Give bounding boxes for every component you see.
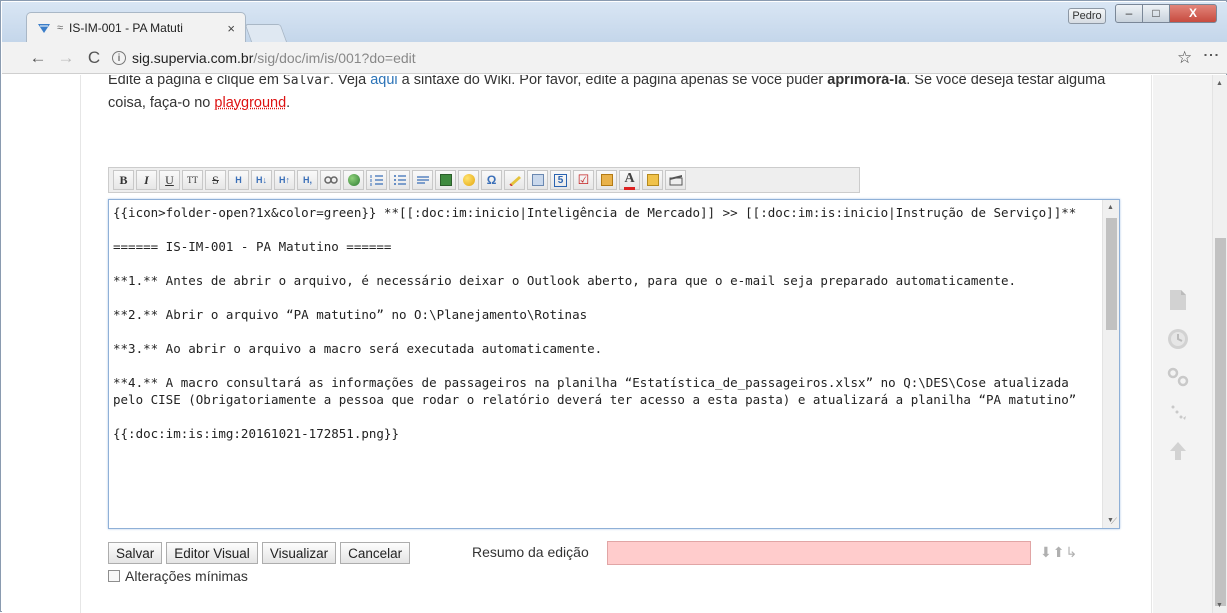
page-scroll-thumb[interactable] — [1215, 238, 1226, 606]
site-info-icon[interactable]: i — [112, 51, 126, 65]
backlinks-icon[interactable] — [1166, 365, 1190, 389]
playground-link[interactable]: playground — [214, 95, 286, 111]
back-to-top-icon[interactable] — [1166, 439, 1190, 463]
checkbox-icon[interactable]: ☑ — [573, 170, 594, 190]
syntax-link[interactable]: aqui — [370, 75, 397, 88]
bookmark-star-icon[interactable]: ☆ — [1177, 48, 1192, 68]
browser-toolbar: ← → C i sig.supervia.com.br/sig/doc/im/i… — [2, 42, 1227, 74]
external-link-icon[interactable] — [343, 170, 364, 190]
maximize-button[interactable]: □ — [1142, 4, 1170, 23]
browser-tab[interactable]: ≈ IS-IM-001 - PA Matuti × — [26, 12, 246, 43]
box-icon[interactable] — [596, 170, 617, 190]
show-page-icon[interactable] — [1166, 288, 1190, 312]
close-window-button[interactable]: X — [1169, 4, 1217, 23]
ordered-list-icon[interactable] — [366, 170, 387, 190]
summary-label: Resumo da edição — [472, 544, 589, 560]
url-path: /sig/doc/im/is/001?do=edit — [253, 50, 416, 66]
wiki-text-editor[interactable]: {{icon>folder-open?1x&color=green}} **[[… — [108, 199, 1120, 529]
back-icon[interactable]: ← — [24, 44, 52, 72]
page-scroll-down-icon[interactable]: ▼ — [1216, 602, 1223, 609]
tag-icon[interactable] — [642, 170, 663, 190]
save-button[interactable]: Salvar — [108, 542, 163, 564]
address-bar[interactable]: i sig.supervia.com.br/sig/doc/im/is/001?… — [112, 46, 1198, 70]
special-chars-icon[interactable]: Ω — [481, 170, 502, 190]
italic-button[interactable]: I — [136, 170, 157, 190]
browser-window: ≈ IS-IM-001 - PA Matuti × Pedro – □ X ← … — [0, 0, 1227, 613]
forward-icon[interactable]: → — [52, 44, 80, 72]
tab-title: IS-IM-001 - PA Matuti — [69, 21, 183, 35]
editor-scrollbar[interactable]: ▲ ▼ — [1102, 200, 1119, 528]
heading-lower-icon[interactable]: H↓ — [251, 170, 272, 190]
horizontal-rule-icon[interactable] — [412, 170, 433, 190]
tab-close-icon[interactable]: × — [227, 21, 235, 36]
reload-icon[interactable]: C — [80, 44, 108, 72]
heading-same-icon[interactable]: H — [228, 170, 249, 190]
save-keyword: Salvar — [282, 75, 330, 88]
new-tab-button[interactable] — [244, 24, 288, 43]
edit-actions: Salvar Editor Visual Visualizar Cancelar — [108, 542, 411, 564]
font-color-icon[interactable]: A — [619, 170, 640, 190]
intro-text-1: Edite a página e clique em — [108, 75, 283, 88]
cancel-button[interactable]: Cancelar — [340, 542, 411, 564]
page-scroll-up-icon[interactable]: ▲ — [1216, 80, 1223, 87]
url-host: sig.supervia.com.br — [132, 50, 254, 66]
bold-button[interactable]: B — [113, 170, 134, 190]
edit-intro-text: Edite a página e clique em Salvar. Veja … — [108, 75, 1138, 115]
scroll-up-icon[interactable]: ▲ — [1107, 204, 1114, 211]
site-favicon-icon — [37, 22, 51, 34]
resize-grip-icon[interactable]: ⟋ — [1111, 516, 1117, 527]
intro-text-2: . Veja — [329, 75, 371, 88]
strikethrough-button[interactable]: S — [205, 170, 226, 190]
profile-badge[interactable]: Pedro — [1068, 8, 1106, 24]
unordered-list-icon[interactable] — [389, 170, 410, 190]
title-bar: ≈ IS-IM-001 - PA Matuti × Pedro – □ X — [2, 2, 1227, 43]
wiki-edit-toolbar: B I U TT S H H↓ H↑ H, Ω 5 ☑ A — [108, 167, 860, 193]
visual-editor-button[interactable]: Editor Visual — [166, 542, 258, 564]
heading-higher-icon[interactable]: H↑ — [274, 170, 295, 190]
intro-text-3: a sintaxe do Wiki. Por favor, edite a pá… — [397, 75, 828, 88]
editor-scroll-thumb[interactable] — [1106, 218, 1117, 330]
add-image-icon[interactable] — [435, 170, 456, 190]
smiley-icon[interactable] — [458, 170, 479, 190]
browser-menu-icon[interactable]: ⋮ — [1202, 47, 1219, 63]
minor-changes-checkbox[interactable] — [108, 570, 120, 582]
tab-audio-icon: ≈ — [57, 22, 64, 34]
minor-changes-label: Alterações mínimas — [125, 568, 248, 584]
heading-menu-icon[interactable]: H, — [297, 170, 318, 190]
link-icon[interactable] — [320, 170, 341, 190]
code-button[interactable]: TT — [182, 170, 203, 190]
sitemap-icon[interactable] — [1166, 401, 1190, 425]
minor-changes[interactable]: Alterações mínimas — [108, 568, 248, 584]
page-scrollbar[interactable]: ▲ ▼ — [1212, 75, 1227, 613]
old-revisions-icon[interactable] — [1166, 327, 1190, 351]
clapper-icon[interactable] — [665, 170, 686, 190]
summary-input[interactable] — [607, 541, 1031, 565]
snippet-icon[interactable]: 5 — [550, 170, 571, 190]
intro-bold: aprimorá-la — [827, 75, 907, 88]
signature-icon[interactable] — [504, 170, 525, 190]
minimize-button[interactable]: – — [1115, 4, 1143, 23]
underline-button[interactable]: U — [159, 170, 180, 190]
page-content: Edite a página e clique em Salvar. Veja … — [2, 75, 1212, 613]
preview-button[interactable]: Visualizar — [261, 542, 337, 564]
intro-text-5: . — [286, 95, 291, 111]
editor-text[interactable]: {{icon>folder-open?1x&color=green}} **[[… — [113, 204, 1099, 526]
table-icon[interactable] — [527, 170, 548, 190]
editor-size-arrows-icon[interactable]: ⬇⬆↳ — [1040, 544, 1078, 561]
